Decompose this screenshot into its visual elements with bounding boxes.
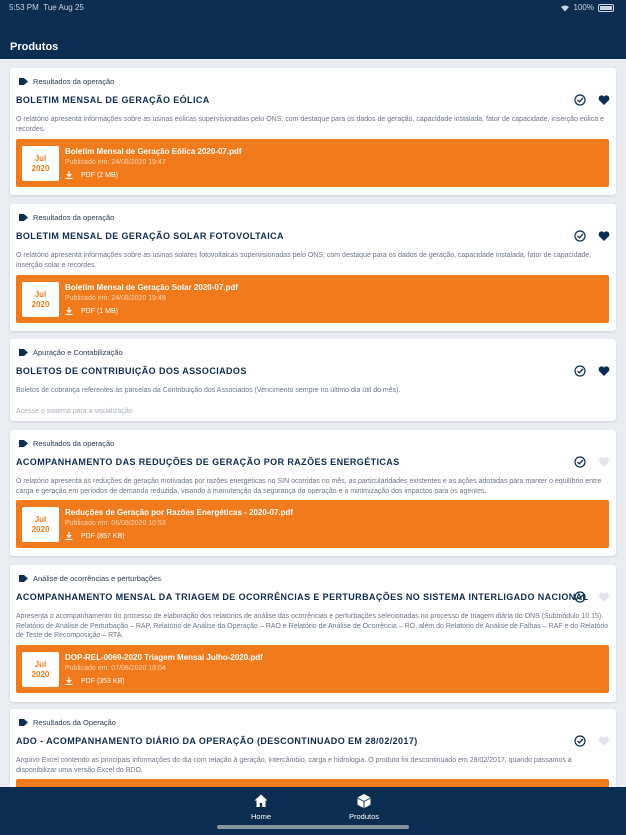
check-circle-icon[interactable]	[574, 94, 586, 106]
tab-home-label: Home	[250, 812, 271, 821]
file-date-badge: Jul 2020	[22, 507, 59, 542]
check-circle-icon[interactable]	[574, 456, 586, 468]
tab-bar: Home Produtos	[0, 787, 626, 835]
home-icon	[254, 794, 268, 807]
download-icon	[65, 171, 73, 179]
tag-icon	[19, 575, 28, 582]
file-published: Publicado em: 24/08/2020 19:49	[65, 295, 166, 302]
category-label: Resultados da operação	[19, 77, 114, 86]
product-title[interactable]: BOLETIM MENSAL DE GERAÇÃO EÓLICA	[16, 95, 210, 105]
page-title: Produtos	[10, 41, 59, 53]
product-description: O relatório apresenta informações sobre …	[16, 116, 604, 133]
check-circle-icon[interactable]	[574, 735, 586, 747]
battery-icon	[598, 3, 614, 12]
download-icon	[65, 307, 73, 315]
tab-produtos-label: Produtos	[348, 812, 380, 821]
status-right: 100%	[560, 3, 614, 12]
category-label: Resultados da operação	[19, 213, 114, 222]
check-circle-icon[interactable]	[574, 591, 586, 603]
file-size[interactable]: PDF (2 MB)	[65, 171, 118, 179]
file-date-badge: Jul 2020	[22, 652, 59, 687]
product-description: Boletos de cobrança referentes às parcel…	[16, 387, 401, 394]
file-size[interactable]: PDF (353 KB)	[65, 677, 125, 685]
product-description: Arquivo Excel contendo as principais inf…	[16, 757, 572, 774]
tag-icon	[19, 214, 28, 221]
file-date-badge: Jul 2020	[22, 146, 59, 181]
status-bar: 5:53 PM Tue Aug 25 100%	[0, 0, 626, 16]
access-note[interactable]: Acesse o sistema para a visualização	[16, 408, 133, 415]
product-card[interactable]: Resultados da operação ACOMPANHAMENTO DA…	[10, 430, 616, 556]
heart-icon[interactable]	[598, 94, 610, 106]
file-published: Publicado em: 07/08/2020 18:04	[65, 665, 166, 672]
product-title[interactable]: BOLETIM MENSAL DE GERAÇÃO SOLAR FOTOVOLT…	[16, 231, 284, 241]
product-card[interactable]: Apuração e Contabilização BOLETOS DE CON…	[10, 339, 616, 421]
product-description: O relatório apresenta informações sobre …	[16, 252, 592, 269]
file-name[interactable]: Boletim Mensal de Geração Solar 2020-07.…	[65, 283, 238, 292]
file-download[interactable]: Jul 2020 DOP-REL-0069-2020 Triagem Mensal…	[16, 645, 609, 693]
wifi-icon	[560, 4, 569, 11]
check-circle-icon[interactable]	[574, 230, 586, 242]
download-icon	[65, 677, 73, 685]
battery-percent: 100%	[573, 3, 594, 12]
file-date-badge: Jul 2020	[22, 282, 59, 317]
cube-icon	[357, 794, 371, 808]
file-name[interactable]: DOP-REL-0069-2020 Triagem Mensal Julho-2…	[65, 653, 263, 662]
file-published: Publicado em: 06/08/2020 10:53	[65, 520, 166, 527]
tab-produtos[interactable]: Produtos	[334, 793, 394, 821]
file-name[interactable]: Boletim Mensal de Geração Eólica 2020-07…	[65, 147, 242, 156]
product-description: O relatório apresenta as reduções de ger…	[16, 478, 602, 495]
tag-icon	[19, 719, 28, 726]
heart-icon[interactable]	[598, 456, 610, 468]
product-title[interactable]: ACOMPANHAMENTO MENSAL DA TRIAGEM DE OCOR…	[16, 592, 588, 602]
file-published: Publicado em: 24/08/2020 19:47	[65, 159, 166, 166]
category-label: Resultados da Operação	[19, 718, 116, 727]
file-size[interactable]: PDF (857 KB)	[65, 532, 125, 540]
product-description: Apresenta o acompanhamento do processo d…	[16, 613, 609, 639]
product-card[interactable]: Resultados da operação BOLETIM MENSAL DE…	[10, 68, 616, 195]
product-title[interactable]: ACOMPANHAMENTO DAS REDUÇÕES DE GERAÇÃO P…	[16, 457, 400, 467]
category-label: Apuração e Contabilização	[19, 348, 123, 357]
heart-icon[interactable]	[598, 735, 610, 747]
file-download[interactable]: Jul 2020 Reduções de Geração por Razões E…	[16, 500, 609, 548]
product-title[interactable]: BOLETOS DE CONTRIBUIÇÃO DOS ASSOCIADOS	[16, 366, 247, 376]
heart-icon[interactable]	[598, 365, 610, 377]
download-icon	[65, 532, 73, 540]
tag-icon	[19, 78, 28, 85]
tag-icon	[19, 440, 28, 447]
category-label: Resultados da operação	[19, 439, 114, 448]
product-card[interactable]: Análise de ocorrências e perturbações AC…	[10, 565, 616, 702]
file-download[interactable]: Jul 2020 Boletim Mensal de Geração Solar …	[16, 275, 609, 323]
file-download[interactable]: Jul 2020 Boletim Mensal de Geração Eólica…	[16, 139, 609, 187]
product-card[interactable]: Resultados da Operação ADO - ACOMPANHAME…	[10, 709, 616, 787]
check-circle-icon[interactable]	[574, 365, 586, 377]
file-size[interactable]: PDF (1 MB)	[65, 307, 118, 315]
product-list[interactable]: Resultados da operação BOLETIM MENSAL DE…	[0, 59, 626, 787]
nav-bar: Produtos	[0, 16, 626, 59]
heart-icon[interactable]	[598, 591, 610, 603]
file-download[interactable]	[16, 779, 609, 787]
product-title[interactable]: ADO - ACOMPANHAMENTO DIÁRIO DA OPERAÇÃO …	[16, 736, 418, 746]
file-name[interactable]: Reduções de Geração por Razões Energétic…	[65, 508, 293, 517]
product-card[interactable]: Resultados da operação BOLETIM MENSAL DE…	[10, 204, 616, 331]
tab-home[interactable]: Home	[231, 793, 291, 821]
status-time: 5:53 PM Tue Aug 25	[9, 3, 84, 12]
category-label: Análise de ocorrências e perturbações	[19, 574, 161, 583]
tag-icon	[19, 349, 28, 356]
home-indicator[interactable]	[217, 825, 409, 829]
heart-icon[interactable]	[598, 230, 610, 242]
